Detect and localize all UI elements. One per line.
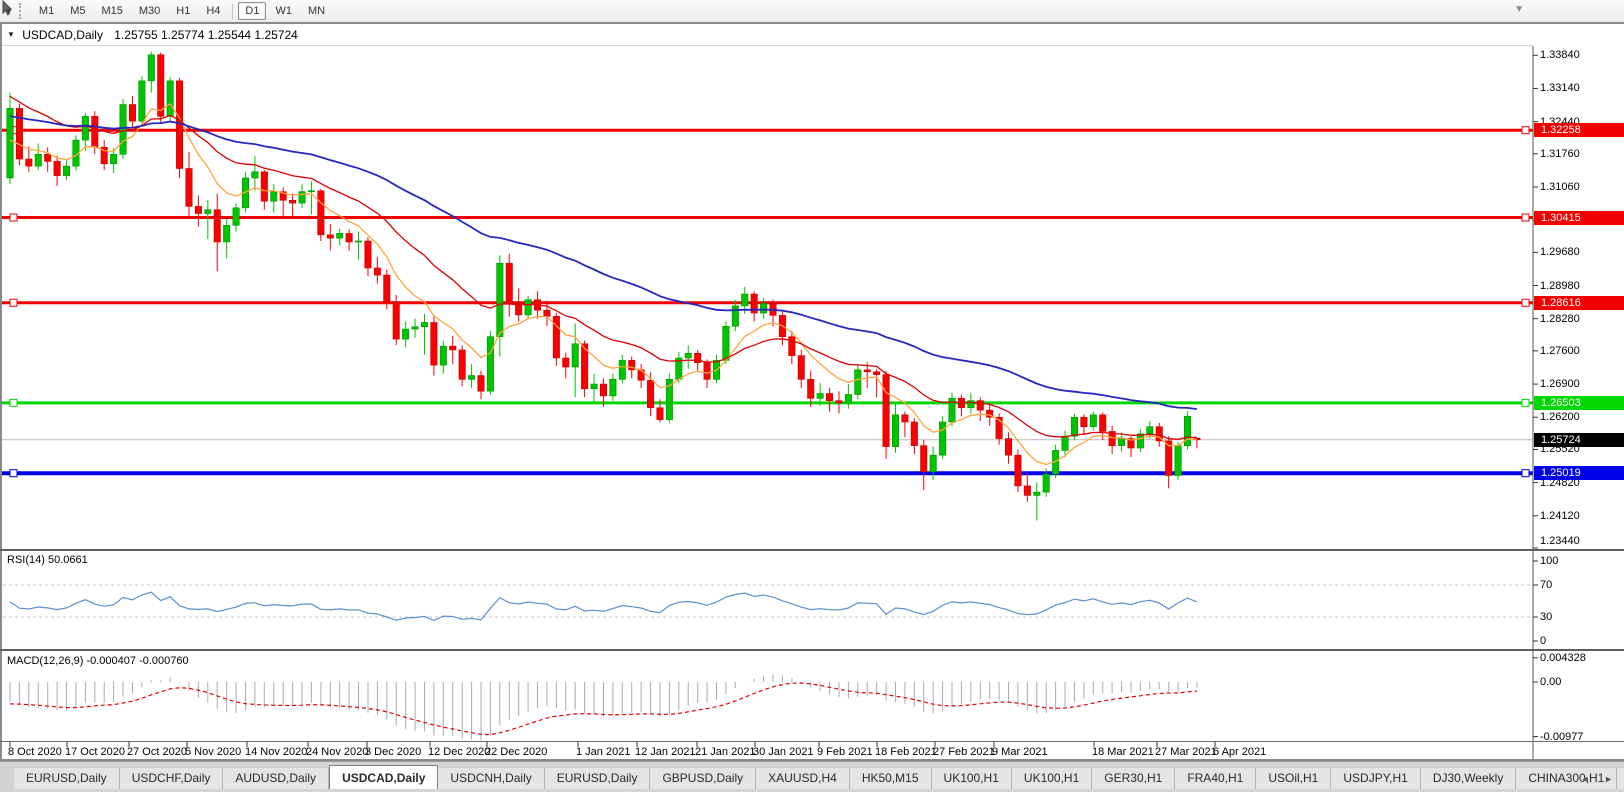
candles-layer[interactable] xyxy=(6,51,1201,521)
rsi-axis-tick: 0 xyxy=(1540,635,1547,647)
price-axis-tick: 1.33140 xyxy=(1540,82,1580,95)
symbol-tab-FRA40-H1[interactable]: FRA40,H1 xyxy=(1175,767,1257,789)
ma-fast-line xyxy=(9,102,1197,466)
symbol-tab-AUDUSD-Daily[interactable]: AUDUSD,Daily xyxy=(223,767,330,789)
price-tag-1.32258: 1.32258 xyxy=(1534,123,1624,138)
symbol-tab-HK50-M15[interactable]: HK50,M15 xyxy=(849,767,932,789)
hline-1.30415[interactable] xyxy=(2,213,1533,222)
hline-handle[interactable] xyxy=(9,398,18,407)
macd-histogram xyxy=(9,674,1198,740)
symbol-tab-GBPUSD-Daily[interactable]: GBPUSD,Daily xyxy=(650,767,757,789)
tabs-scroll-left-icon[interactable]: ◄ xyxy=(1581,774,1596,784)
price-axis-tick: 1.29680 xyxy=(1540,246,1580,259)
price-axis-tick: 1.27600 xyxy=(1540,344,1580,357)
macd-label: MACD(12,26,9) -0.000407 -0.000760 xyxy=(7,655,189,667)
time-axis-label: 9 Mar 2021 xyxy=(992,746,1048,758)
time-axis-label: 18 Feb 2021 xyxy=(875,746,937,758)
hline-handle[interactable] xyxy=(9,298,18,307)
price-axis-tick: 1.23440 xyxy=(1540,535,1580,547)
macd-axis-tick: 0.00 xyxy=(1540,676,1562,688)
time-axis-label: 30 Jan 2021 xyxy=(753,746,814,758)
time-axis-label: 27 Mar 2021 xyxy=(1155,746,1217,758)
tabs-scroll-right-icon[interactable]: ► xyxy=(1604,774,1619,784)
hline-handle[interactable] xyxy=(9,213,18,222)
hline-1.32258[interactable] xyxy=(2,126,1533,135)
pane-splitter-rsi[interactable] xyxy=(0,549,1624,551)
time-axis-label: 24 Nov 2020 xyxy=(306,746,369,758)
rsi-axis-tick: 70 xyxy=(1540,579,1553,591)
price-axis-tick: 1.31060 xyxy=(1540,180,1580,193)
time-axis-label: 14 Nov 2020 xyxy=(245,746,308,758)
symbol-tab-USDJPY-H1[interactable]: USDJPY,H1 xyxy=(1331,767,1421,789)
time-axis-label: 12 Jan 2021 xyxy=(635,746,696,758)
hline-handle[interactable] xyxy=(1521,126,1530,135)
hline-1.26503[interactable] xyxy=(2,398,1533,407)
macd-axis-tick: 0.004328 xyxy=(1540,651,1586,664)
price-axis-tick: 1.28280 xyxy=(1540,312,1580,325)
price-tag-1.25019: 1.25019 xyxy=(1534,466,1624,481)
symbol-tab-USDCNH-Daily[interactable]: USDCNH,Daily xyxy=(438,767,545,789)
time-axis-divider xyxy=(0,741,1624,742)
symbol-tab-USDCHF-Daily[interactable]: USDCHF,Daily xyxy=(119,767,224,789)
time-axis-label: 27 Feb 2021 xyxy=(933,746,995,758)
rsi-axis-tick: 100 xyxy=(1540,555,1559,567)
price-tag-1.30415: 1.30415 xyxy=(1534,210,1624,225)
time-axis-label: 5 Nov 2020 xyxy=(185,746,242,758)
price-axis-tick: 1.26900 xyxy=(1540,378,1580,391)
time-axis-label: 3 Dec 2020 xyxy=(365,746,422,758)
time-axis-label: 6 Apr 2021 xyxy=(1213,746,1267,758)
symbol-tab-GER30-H1[interactable]: GER30,H1 xyxy=(1092,767,1176,789)
price-tag-1.28616: 1.28616 xyxy=(1534,295,1624,310)
hline-handle[interactable] xyxy=(9,469,18,478)
symbol-tab-UK100-H1[interactable]: UK100,H1 xyxy=(1011,767,1093,789)
hline-handle[interactable] xyxy=(1521,213,1530,222)
rsi-label: RSI(14) 50.0661 xyxy=(7,554,88,566)
rsi-line xyxy=(9,591,1198,622)
time-axis-label: 21 Jan 2021 xyxy=(695,746,756,758)
price-chart-canvas[interactable] xyxy=(0,0,1624,792)
time-axis-label: 17 Oct 2020 xyxy=(65,746,125,758)
symbol-tab-EURUSD-Daily[interactable]: EURUSD,Daily xyxy=(544,767,651,789)
symbol-tab-XAUUSD-H4[interactable]: XAUUSD,H4 xyxy=(756,767,850,789)
time-axis-label: 8 Oct 2020 xyxy=(8,746,62,758)
price-axis-tick: 1.31760 xyxy=(1540,147,1580,160)
time-axis-label: 22 Dec 2020 xyxy=(485,746,548,758)
time-axis-label: 18 Mar 2021 xyxy=(1092,746,1154,758)
price-axis-tick: 1.26200 xyxy=(1540,411,1580,424)
time-axis-label: 9 Feb 2021 xyxy=(817,746,873,758)
trading-terminal: ▼ M1 M5 M15 M30 H1 H4 D1 W1 MN ▼ ▼ USDCAD,Daily … xyxy=(0,0,1624,792)
symbol-tab-USDCAD-Daily[interactable]: USDCAD,Daily xyxy=(329,765,439,789)
hline-1.28616[interactable] xyxy=(2,298,1533,307)
symbol-tab-DJ30-Weekly[interactable]: DJ30,Weekly xyxy=(1420,767,1517,789)
current-price-tag: 1.25724 xyxy=(1534,432,1624,447)
symbol-tabbar: EURUSD,Daily USDCHF,Daily AUDUSD,Daily USDC… xyxy=(0,761,1624,792)
time-axis-label: 27 Oct 2020 xyxy=(127,746,187,758)
price-tag-1.26503: 1.26503 xyxy=(1534,395,1624,410)
symbol-tab-USOil-H1[interactable]: USOil,H1 xyxy=(1256,767,1332,789)
hline-1.25019[interactable] xyxy=(2,469,1533,478)
symbol-tab-EURUSD-Daily[interactable]: EURUSD,Daily xyxy=(14,767,120,789)
hline-handle[interactable] xyxy=(1521,469,1530,478)
price-axis-tick: 1.24120 xyxy=(1540,509,1580,522)
rsi-axis-tick: 30 xyxy=(1540,611,1553,623)
time-axis-label: 1 Jan 2021 xyxy=(576,746,631,758)
pane-splitter-macd[interactable] xyxy=(0,649,1624,651)
price-axis-tick: 1.28980 xyxy=(1540,279,1580,292)
price-axis-tick: 1.33840 xyxy=(1540,49,1580,62)
hline-handle[interactable] xyxy=(1521,398,1530,407)
time-axis-label: 12 Dec 2020 xyxy=(428,746,491,758)
symbol-tab-UK100-H1[interactable]: UK100,H1 xyxy=(931,767,1012,789)
hline-handle[interactable] xyxy=(1521,298,1530,307)
